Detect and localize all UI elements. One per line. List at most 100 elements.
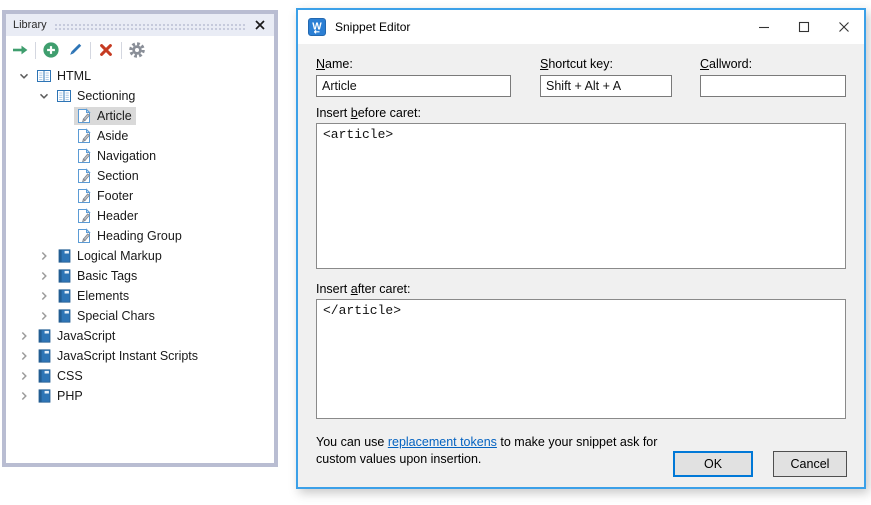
close-icon[interactable] [252,17,268,33]
app-logo-icon: W [308,18,326,36]
snippet-icon [76,108,92,124]
closed-book-icon [36,388,52,404]
dialog-body: Name: Shortcut key: Callword: Insert bef… [298,44,864,487]
closed-book-icon [56,288,72,304]
snippet-icon [76,148,92,164]
tree-item[interactable]: Elements [6,286,274,306]
settings-gear-icon[interactable] [128,41,146,59]
tree-item-label: CSS [57,369,83,383]
edit-pencil-icon[interactable] [66,41,84,59]
tree-item[interactable]: Sectioning [6,86,274,106]
replacement-tokens-link[interactable]: replacement tokens [388,435,497,449]
close-button[interactable] [824,10,864,44]
callword-label: Callword: [700,57,752,71]
tree-item-label: Section [97,169,139,183]
open-book-icon [56,88,72,104]
insert-arrow-icon[interactable] [11,41,29,59]
tree-item-label: Sectioning [77,89,135,103]
closed-book-icon [36,348,52,364]
closed-book-icon [36,368,52,384]
tree-item[interactable]: Basic Tags [6,266,274,286]
chevron-icon[interactable] [36,288,52,304]
chevron-icon[interactable] [36,248,52,264]
tree-item-label: JavaScript Instant Scripts [57,349,198,363]
desktop: Library [0,0,871,505]
chevron-icon[interactable] [36,268,52,284]
name-input[interactable] [316,75,511,97]
insert-before-caret-label: Insert before caret: [316,106,421,120]
chevron-icon[interactable] [16,368,32,384]
snippet-icon [76,228,92,244]
tree-item-label: Heading Group [97,229,182,243]
snippet-icon [76,128,92,144]
ok-button[interactable]: OK [673,451,753,477]
tree-item[interactable]: Article [6,106,274,126]
name-label: Name: [316,57,353,71]
replacement-tokens-note: You can use replacement tokens to make y… [316,434,668,467]
tree-item-label: Aside [97,129,128,143]
library-toolbar [6,36,274,64]
tree-item[interactable]: Logical Markup [6,246,274,266]
tree-item[interactable]: Heading Group [6,226,274,246]
delete-x-icon[interactable] [97,41,115,59]
shortcut-key-input[interactable] [540,75,672,97]
snippet-icon [76,208,92,224]
insert-after-caret-textarea[interactable] [316,299,846,419]
tree-item-label: JavaScript [57,329,115,343]
closed-book-icon [56,308,72,324]
toolbar-separator [90,42,91,59]
tree-item-label: Footer [97,189,133,203]
library-panel-title: Library [13,19,47,31]
library-titlebar[interactable]: Library [6,14,274,36]
snippet-editor-dialog: W Snippet Editor Name: Short [296,8,866,489]
tree-item[interactable]: Navigation [6,146,274,166]
tree-item-label: Logical Markup [77,249,162,263]
library-tree: HTML [6,64,274,406]
tree-item[interactable]: Aside [6,126,274,146]
closed-book-icon [36,328,52,344]
tree-item-label: Article [97,109,132,123]
shortcut-key-label: Shortcut key: [540,57,613,71]
drag-grip[interactable] [54,23,245,30]
callword-input[interactable] [700,75,846,97]
tree-item-label: Header [97,209,138,223]
chevron-icon[interactable] [36,308,52,324]
open-book-icon [36,68,52,84]
tree-item-label: HTML [57,69,91,83]
dialog-title: Snippet Editor [335,20,410,34]
cancel-button[interactable]: Cancel [773,451,847,477]
tree-item[interactable]: Footer [6,186,274,206]
chevron-icon[interactable] [36,88,52,104]
add-icon[interactable] [42,41,60,59]
tree-item[interactable]: Section [6,166,274,186]
tree-item[interactable]: CSS [6,366,274,386]
insert-after-caret-label: Insert after caret: [316,282,411,296]
tree-item-label: PHP [57,389,83,403]
chevron-icon[interactable] [16,388,32,404]
tree-item-label: Elements [77,289,129,303]
tree-item[interactable]: JavaScript Instant Scripts [6,346,274,366]
chevron-icon[interactable] [16,348,32,364]
tree-item-label: Basic Tags [77,269,137,283]
tree-item[interactable]: Special Chars [6,306,274,326]
chevron-icon[interactable] [16,68,32,84]
library-panel: Library [2,10,278,467]
closed-book-icon [56,268,72,284]
minimize-button[interactable] [744,10,784,44]
insert-before-caret-textarea[interactable] [316,123,846,269]
tree-item[interactable]: HTML [6,66,274,86]
closed-book-icon [56,248,72,264]
tree-item-label: Navigation [97,149,156,163]
chevron-icon[interactable] [16,328,32,344]
toolbar-separator [121,42,122,59]
tree-item[interactable]: PHP [6,386,274,406]
dialog-titlebar[interactable]: W Snippet Editor [298,10,864,44]
maximize-button[interactable] [784,10,824,44]
tree-item[interactable]: JavaScript [6,326,274,346]
tree-item[interactable]: Header [6,206,274,226]
toolbar-separator [35,42,36,59]
window-controls [744,10,864,44]
snippet-icon [76,188,92,204]
svg-text:W: W [312,21,322,32]
tree-item-label: Special Chars [77,309,155,323]
